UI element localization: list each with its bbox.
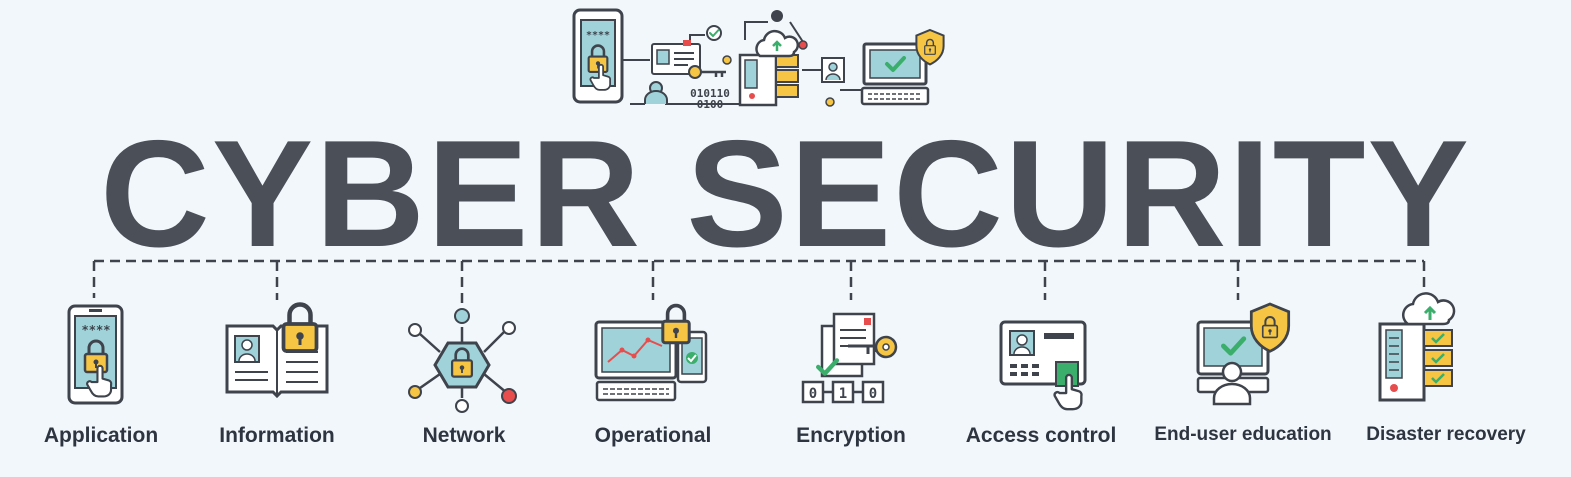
page-title: CYBER SECURITY xyxy=(100,109,1471,279)
app-pin-text: **** xyxy=(82,323,111,337)
category-label-network: Network xyxy=(422,424,506,447)
category-label-application: Application xyxy=(43,424,159,447)
smartphone-lock-icon: **** xyxy=(67,304,124,405)
user-monitor-shield-icon xyxy=(1196,304,1289,406)
document-key-icon: 0 1 0 xyxy=(801,312,898,404)
hero-pin-text: **** xyxy=(586,30,610,41)
category-label-access-control: Access control xyxy=(965,424,1117,447)
category-label-end-user-education: End-user education xyxy=(1154,424,1332,445)
id-card-fingerprint-icon xyxy=(999,320,1087,411)
encryption-bit: 0 xyxy=(869,386,877,402)
category-label-information: Information xyxy=(219,424,335,447)
infographic: **** 010110 0100 **** 0 1 0 CYBER SECURI… xyxy=(0,0,1571,477)
monitor-chart-lock-icon xyxy=(594,303,708,402)
category-label-encryption: Encryption xyxy=(796,424,906,447)
server-cloud-icon xyxy=(1378,292,1456,402)
encryption-bit: 1 xyxy=(839,386,847,402)
encryption-bit: 0 xyxy=(809,386,817,402)
network-lock-icon xyxy=(408,308,517,413)
id-book-lock-icon xyxy=(225,305,329,399)
category-label-operational: Operational xyxy=(594,424,712,447)
category-label-disaster-recovery: Disaster recovery xyxy=(1366,424,1526,445)
hero-illustration: **** 010110 0100 xyxy=(572,8,944,111)
